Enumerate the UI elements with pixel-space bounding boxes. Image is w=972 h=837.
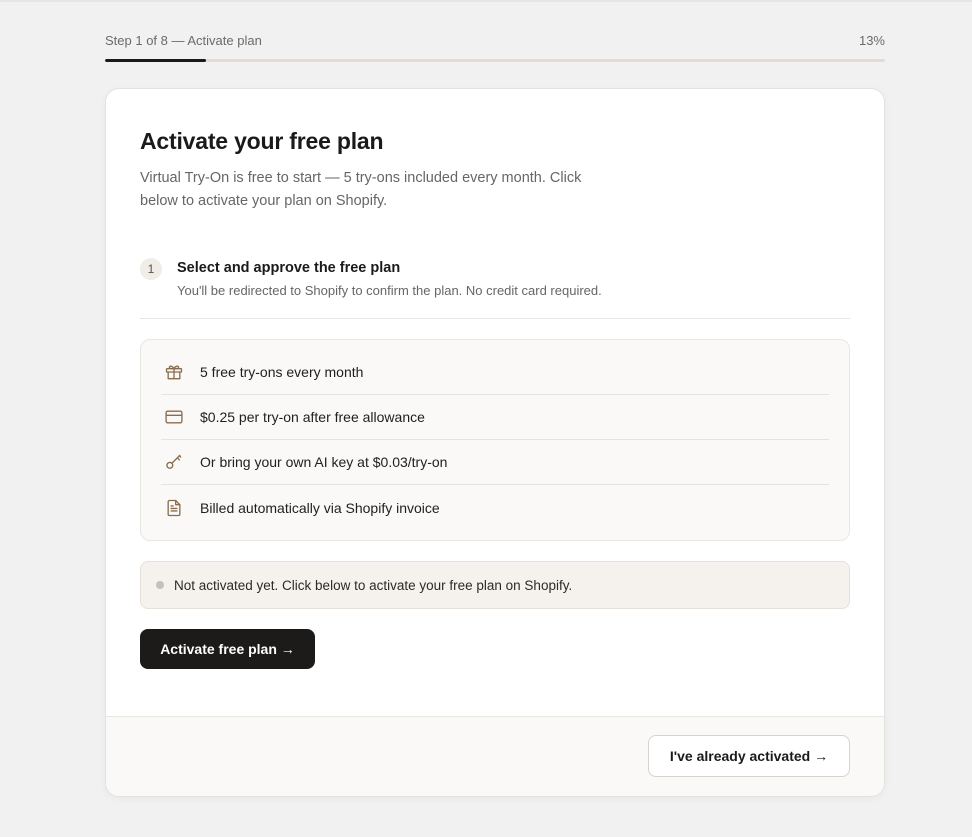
- activation-card: Activate your free plan Virtual Try-On i…: [105, 88, 885, 797]
- activate-free-plan-button[interactable]: Activate free plan →: [140, 629, 315, 669]
- page-subtitle: Virtual Try-On is free to start — 5 try-…: [140, 170, 582, 209]
- top-border: [0, 0, 972, 2]
- feature-text: Billed automatically via Shopify invoice: [200, 499, 440, 516]
- status-text: Not activated yet. Click below to activa…: [174, 577, 573, 593]
- step-description: You'll be redirected to Shopify to confi…: [177, 283, 602, 298]
- progress-bar-fill: [105, 59, 207, 62]
- list-item: 5 free try-ons every month: [161, 350, 829, 395]
- list-item: Billed automatically via Shopify invoice: [161, 485, 829, 530]
- activation-status-banner: Not activated yet. Click below to activa…: [140, 561, 850, 609]
- list-item: Or bring your own AI key at $0.03/try-on: [161, 440, 829, 485]
- step-number-badge: 1: [140, 258, 162, 280]
- status-dot-icon: [156, 581, 164, 589]
- key-icon: [163, 451, 185, 473]
- page-title: Activate your free plan: [140, 128, 384, 154]
- feature-text: Or bring your own AI key at $0.03/try-on: [200, 454, 448, 470]
- progress-section: Step 1 of 8 — Activate plan 13%: [105, 32, 885, 62]
- step-row: 1 Select and approve the free plan You'l…: [140, 257, 850, 319]
- gift-icon: [163, 361, 185, 383]
- list-item: $0.25 per try-on after free allowance: [161, 395, 829, 440]
- progress-label: Step 1 of 8 — Activate plan: [105, 33, 262, 48]
- step-title: Select and approve the free plan: [177, 260, 401, 276]
- document-icon: [163, 497, 185, 519]
- plan-features-list: 5 free try-ons every month $0.25 per try…: [140, 339, 850, 541]
- already-activated-button[interactable]: I've already activated →: [648, 735, 850, 777]
- feature-text: 5 free try-ons every month: [200, 364, 364, 380]
- progress-bar: [105, 59, 885, 62]
- credit-card-icon: [163, 406, 185, 428]
- feature-text: $0.25 per try-on after free allowance: [200, 409, 425, 425]
- card-footer: I've already activated →: [106, 716, 884, 796]
- progress-percent: 13%: [858, 33, 885, 48]
